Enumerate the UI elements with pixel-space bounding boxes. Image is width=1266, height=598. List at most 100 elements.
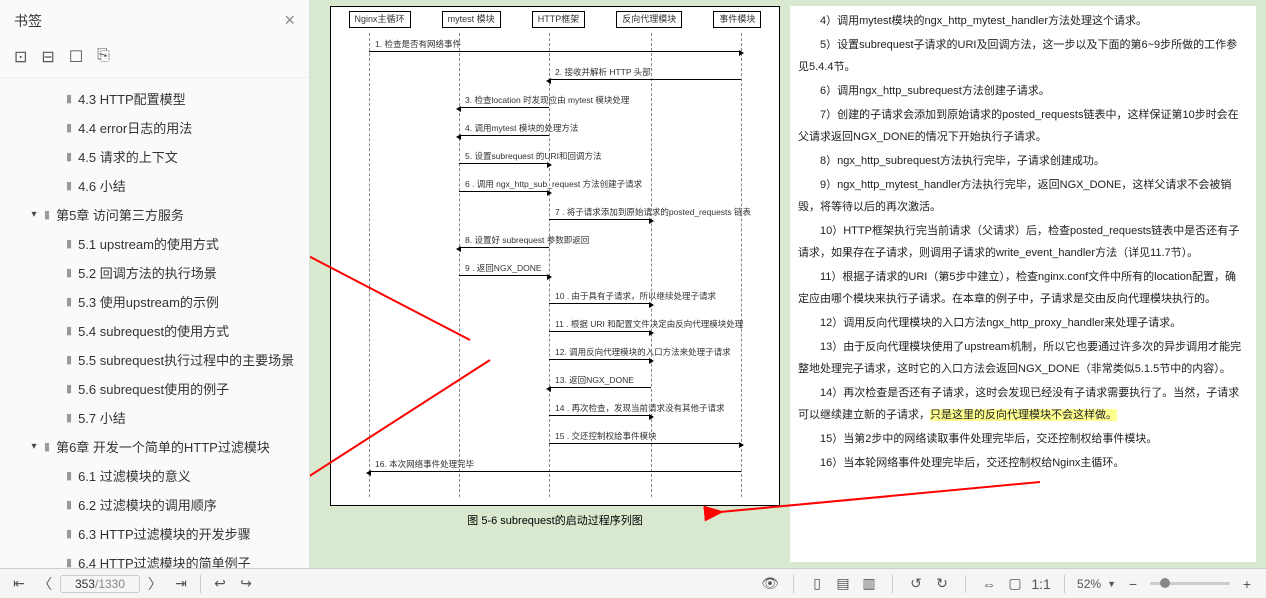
fit-width-icon[interactable]: ⇔ [978,573,1000,595]
bookmark-label: 4.4 error日志的用法 [78,118,192,137]
bookmark-label: 5.3 使用upstream的示例 [78,292,219,311]
sequence-message: 4. 调用mytest 模块的处理方法 [465,123,578,133]
participant-box: mytest 模块 [442,11,501,28]
add-bookmark-icon[interactable]: ☐ [69,47,83,67]
bookmark-label: 5.5 subrequest执行过程中的主要场景 [78,350,294,369]
paragraph: 14）再次检查是否还有子请求，这时会发现已经没有子请求需要执行了。当然，子请求可… [798,382,1242,426]
paragraph: 4）调用mytest模块的ngx_http_mytest_handler方法处理… [798,10,1242,32]
bookmark-item[interactable]: ▮5.2 回调方法的执行场景 [4,258,305,287]
bookmark-item[interactable]: ▮6.2 过滤模块的调用顺序 [4,490,305,519]
bookmark-item[interactable]: ▮6.1 过滤模块的意义 [4,461,305,490]
bookmark-item[interactable]: ▮4.5 请求的上下文 [4,142,305,171]
bookmark-label: 5.7 小结 [78,408,126,427]
highlighted-text: 只是这里的反向代理模块不会这样做。 [930,409,1117,421]
single-page-icon[interactable]: ▯ [806,573,828,595]
zoom-value: 52% [1077,577,1101,591]
paragraph: 10）HTTP框架执行完当前请求（父请求）后，检查posted_requests… [798,220,1242,264]
sequence-message: 11 . 根据 URI 和配置文件决定由反向代理模块处理 [555,319,743,329]
bookmark-label: 6.3 HTTP过滤模块的开发步骤 [78,524,251,543]
sequence-message: 16. 本次网络事件处理完毕 [375,459,474,469]
paragraph: 15）当第2步中的网络读取事件处理完毕后，交还控制权给事件模块。 [798,428,1242,450]
sequence-diagram: Nginx主循环 mytest 模块 HTTP框架 反向代理模块 事件模块 1. 检查是… [330,6,780,506]
sidebar-toolbar: ⊡ ⊟ ☐ ⎘ [0,41,309,78]
back-button[interactable]: ↩ [209,573,231,595]
sequence-message: 2. 接收并解析 HTTP 头部 [555,67,651,77]
sequence-message: 3. 检查location 时发现应由 mytest 模块处理 [465,95,629,105]
prev-page-button[interactable]: 〈 [34,573,56,595]
bookmark-label: 5.6 subrequest使用的例子 [78,379,229,398]
first-page-button[interactable]: ⇤ [8,573,30,595]
collapse-all-icon[interactable]: ⊟ [41,47,54,67]
actual-size-icon[interactable]: 1:1 [1030,573,1052,595]
read-mode-icon[interactable]: 👁 [759,573,781,595]
next-page-button[interactable]: 〉 [144,573,166,595]
two-page-icon[interactable]: ▥ [858,573,880,595]
zoom-slider[interactable] [1150,582,1230,585]
participant-box: 事件模块 [713,11,761,28]
paragraph: 9）ngx_http_mytest_handler方法执行完毕，返回NGX_DO… [798,174,1242,218]
paragraph: 16）当本轮网络事件处理完毕后，交还控制权给Nginx主循环。 [798,452,1242,474]
paragraph: 13）由于反向代理模块使用了upstream机制，所以它也要通过许多次的异步调用… [798,336,1242,380]
sequence-message: 1. 检查是否有网络事件 [375,39,461,49]
bookmark-label: 5.2 回调方法的执行场景 [78,263,217,282]
sidebar-title: 书签 [14,11,42,31]
bookmark-item[interactable]: ▮6.3 HTTP过滤模块的开发步骤 [4,519,305,548]
bookmark-item[interactable]: ▮5.3 使用upstream的示例 [4,287,305,316]
page-number-input[interactable]: 353/1330 [60,575,140,593]
paragraph: 12）调用反向代理模块的入口方法ngx_http_proxy_handler来处… [798,312,1242,334]
bookmark-item[interactable]: ▮4.4 error日志的用法 [4,113,305,142]
sequence-message: 9 . 返回NGX_DONE [465,263,542,273]
bookmark-item[interactable]: ▮5.5 subrequest执行过程中的主要场景 [4,345,305,374]
bookmark-item[interactable]: ▮5.1 upstream的使用方式 [4,229,305,258]
sequence-message: 8. 设置好 subrequest 参数即返回 [465,235,589,245]
close-icon[interactable]: × [284,10,295,31]
paragraph: 5）设置subrequest子请求的URI及回调方法，这一步以及下面的第6~9步… [798,34,1242,78]
bookmark-label: 5.4 subrequest的使用方式 [78,321,229,340]
bookmark-item[interactable]: ▮5.6 subrequest使用的例子 [4,374,305,403]
bookmark-item[interactable]: ▮6.4 HTTP过滤模块的简单例子 [4,548,305,568]
participant-box: 反向代理模块 [616,11,682,28]
rotate-right-icon[interactable]: ↻ [931,573,953,595]
sequence-message: 15 . 交还控制权给事件模块 [555,431,657,441]
participant-box: HTTP框架 [532,11,586,28]
bookmark-item[interactable]: ▮4.6 小结 [4,171,305,200]
rotate-left-icon[interactable]: ↺ [905,573,927,595]
bookmark-label: 6.1 过滤模块的意义 [78,466,191,485]
bookmark-label: 4.5 请求的上下文 [78,147,178,166]
zoom-out-button[interactable]: − [1122,573,1144,595]
participant-box: Nginx主循环 [349,11,411,28]
sequence-message: 14 . 再次检查，发现当前请求没有其他子请求 [555,403,725,413]
bookmark-icon[interactable]: ⎘ [97,47,110,67]
sequence-message: 12. 调用反向代理模块的入口方法来处理子请求 [555,347,731,357]
paragraph: 6）调用ngx_http_subrequest方法创建子请求。 [798,80,1242,102]
bottom-toolbar: ⇤ 〈 353/1330 〉 ⇥ ↩ ↪ 👁 ▯ ▤ ▥ ↺ ↻ ⇔ ▢ 1:1… [0,568,1266,598]
bookmark-item[interactable]: ▮4.3 HTTP配置模型 [4,84,305,113]
document-view: Nginx主循环 mytest 模块 HTTP框架 反向代理模块 事件模块 1. 检查是… [310,0,1266,568]
expand-all-icon[interactable]: ⊡ [14,47,27,67]
fit-page-icon[interactable]: ▢ [1004,573,1026,595]
continuous-icon[interactable]: ▤ [832,573,854,595]
bookmark-label: 第6章 开发一个简单的HTTP过滤模块 [56,437,270,456]
figure-caption: 图 5-6 subrequest的启动过程序列图 [330,512,780,528]
bookmark-label: 6.2 过滤模块的调用顺序 [78,495,217,514]
bookmarks-sidebar: 书签 × ⊡ ⊟ ☐ ⎘ ▮4.3 HTTP配置模型▮4.4 error日志的用… [0,0,310,568]
paragraph: 7）创建的子请求会添加到原始请求的posted_requests链表中，这样保证… [798,104,1242,148]
bookmark-tree: ▮4.3 HTTP配置模型▮4.4 error日志的用法▮4.5 请求的上下文▮… [0,78,309,568]
zoom-in-button[interactable]: + [1236,573,1258,595]
paragraph: 11）根据子请求的URI（第5步中建立），检查nginx.conf文件中所有的l… [798,266,1242,310]
sequence-message: 13. 返回NGX_DONE [555,375,634,385]
bookmark-item[interactable]: ▾▮第6章 开发一个简单的HTTP过滤模块 [4,432,305,461]
last-page-button[interactable]: ⇥ [170,573,192,595]
sequence-message: 10 . 由于具有子请求，所以继续处理子请求 [555,291,716,301]
sequence-message: 7 . 将子请求添加到原始请求的posted_requests 链表 [555,207,751,217]
chevron-down-icon[interactable]: ▼ [1107,579,1116,589]
bookmark-label: 4.6 小结 [78,176,126,195]
bookmark-label: 6.4 HTTP过滤模块的简单例子 [78,553,251,568]
bookmark-item[interactable]: ▾▮第5章 访问第三方服务 [4,200,305,229]
sequence-message: 5. 设置subrequest 的URI和回调方法 [465,151,602,161]
forward-button[interactable]: ↪ [235,573,257,595]
bookmark-label: 第5章 访问第三方服务 [56,205,184,224]
bookmark-item[interactable]: ▮5.7 小结 [4,403,305,432]
bookmark-label: 5.1 upstream的使用方式 [78,234,219,253]
bookmark-item[interactable]: ▮5.4 subrequest的使用方式 [4,316,305,345]
